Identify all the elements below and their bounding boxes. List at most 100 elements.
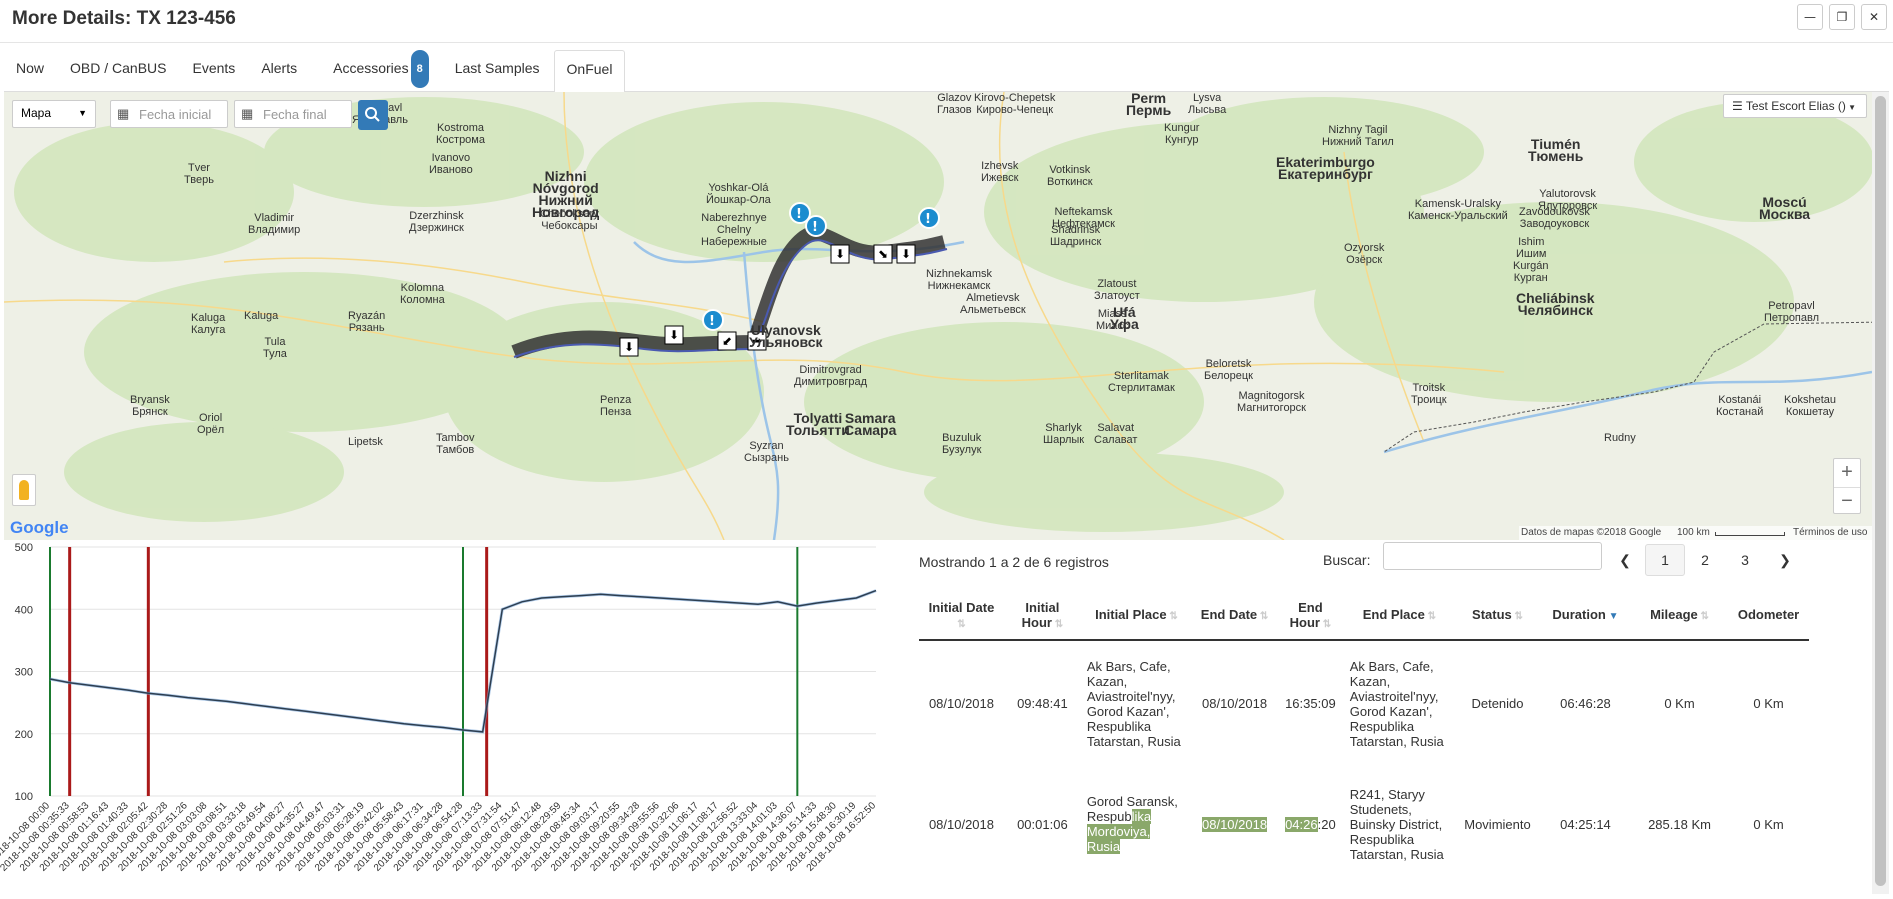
vertical-scrollbar[interactable]	[1872, 92, 1889, 894]
table-header-row: Initial Date ⇅ Initial Hour ⇅ Initial Pl…	[919, 590, 1809, 641]
close-button[interactable]: ✕	[1861, 4, 1887, 30]
date-start-field[interactable]: ▦ Fecha inicial	[110, 100, 228, 128]
col-end-date[interactable]: End Date ⇅	[1192, 590, 1278, 641]
map-city-label: Tambov Тамбов	[436, 432, 475, 456]
map-city-label: Beloretsk Белорецк	[1204, 358, 1253, 382]
col-end-place[interactable]: End Place ⇅	[1343, 590, 1456, 641]
map-city-label: Buzuluk Бузулук	[942, 432, 982, 456]
tab-now[interactable]: Now	[4, 50, 56, 92]
sort-icon: ⇅	[1511, 611, 1523, 622]
map-city-label: Naberezhnye Chelny Набережные	[701, 212, 767, 248]
google-logo: Google	[10, 518, 69, 537]
map-city-label: Glazov Глазов	[937, 92, 972, 116]
layer-toggle-button[interactable]: ☰ Test Escort Elias () ▼	[1723, 94, 1867, 118]
map-city-label: Cheliábinsk Челябинск	[1516, 290, 1595, 318]
col-label: Initial Place	[1095, 607, 1167, 622]
map-city-label: Petropavl Петропавл	[1764, 300, 1820, 324]
page-1-button[interactable]: 1	[1645, 544, 1685, 576]
calendar-icon: ▦	[241, 106, 254, 121]
cell-initial-hour: 00:01:06	[1017, 816, 1068, 832]
tab-onfuel[interactable]: OnFuel	[553, 50, 626, 93]
tab-last-samples[interactable]: Last Samples	[443, 50, 552, 92]
map-city-label: Nizhnekamsk Нижнекамск	[926, 268, 993, 292]
col-label: End Hour	[1289, 599, 1323, 630]
map-city-label: Kurgán Курган	[1513, 260, 1549, 284]
tab-label: Alerts	[261, 60, 298, 76]
zoom-out-button[interactable]: −	[1834, 487, 1860, 515]
end-hour-selected: 04:26	[1285, 816, 1318, 832]
street-view-pegman[interactable]	[12, 474, 36, 506]
date-start-placeholder: Fecha inicial	[139, 107, 212, 122]
map-city-label: Ozyorsk Озёрск	[1344, 242, 1385, 266]
map-city-label: Perm Пермь	[1126, 92, 1172, 118]
col-end-hour[interactable]: End Hour ⇅	[1277, 590, 1344, 641]
svg-text:⬇: ⬇	[835, 247, 845, 261]
page-2-button[interactable]: 2	[1685, 544, 1725, 576]
map-city-label: Almetievsk Альметьевск	[960, 292, 1026, 316]
col-initial-date[interactable]: Initial Date ⇅	[919, 590, 1004, 641]
tab-label: Now	[16, 60, 45, 76]
map-city-label: Rudny	[1604, 432, 1636, 444]
sort-icon: ⇅	[957, 618, 966, 630]
scrollbar-thumb[interactable]	[1875, 96, 1886, 886]
calendar-icon: ▦	[117, 106, 130, 121]
col-odometer[interactable]: Odometer	[1728, 590, 1809, 641]
col-initial-place[interactable]: Initial Place ⇅	[1080, 590, 1193, 641]
search-button[interactable]	[358, 100, 388, 130]
svg-text:!: !	[796, 207, 802, 222]
map-type-select[interactable]: Mapa ▼	[12, 100, 96, 128]
map-city-label: Miass Миасс	[1096, 308, 1129, 332]
map-city-label: Samara Самара	[844, 410, 897, 438]
cell-end-place: Ak Bars, Cafe, Kazan, Aviastroitel'nyy, …	[1349, 658, 1444, 749]
map-city-label: Dimitrovgrad Димитровград	[794, 364, 868, 388]
end-hour-text: :20	[1317, 816, 1336, 832]
tab-alerts[interactable]: Alerts	[249, 50, 309, 92]
fuel-chart: 500 400 300 200 100 2018-10-08 00:00 2018-10-0…	[0, 540, 885, 894]
date-end-placeholder: Fecha final	[263, 107, 327, 122]
map-city-label: Lysva Лысьва	[1188, 92, 1227, 116]
cell-end-place: R241, Staryy Studenets, Buinsky District…	[1349, 786, 1444, 862]
svg-text:!: !	[925, 212, 931, 227]
map-terms-link[interactable]: Términos de uso	[1793, 527, 1867, 538]
sort-icon: ⇅	[1424, 611, 1437, 622]
date-end-field[interactable]: ▦ Fecha final	[234, 100, 352, 128]
tab-obd-canbus[interactable]: OBD / CanBUS	[58, 50, 178, 92]
map-type-value: Mapa	[21, 106, 52, 120]
table-row[interactable]: 08/10/2018 00:01:06 Gorod Saransk, Respu…	[919, 766, 1809, 882]
table-row[interactable]: 08/10/2018 09:48:41 Ak Bars, Cafe, Kazan…	[919, 640, 1809, 766]
page-3-button[interactable]: 3	[1725, 544, 1765, 576]
map-scale: 100 km	[1677, 527, 1710, 538]
window-title: More Details: TX 123-456	[12, 8, 236, 29]
col-initial-hour[interactable]: Initial Hour ⇅	[1003, 590, 1081, 641]
minimize-button[interactable]: —	[1797, 4, 1823, 30]
map-city-label: Ulyanovsk Ульяновск	[749, 322, 823, 350]
restore-button[interactable]: ❐	[1829, 4, 1855, 30]
col-duration[interactable]: Duration ▼	[1539, 590, 1631, 641]
trips-table: Initial Date ⇅ Initial Hour ⇅ Initial Pl…	[919, 590, 1809, 882]
map-city-label: Ekaterimburgo Екатеринбург	[1276, 154, 1375, 182]
tab-label: Last Samples	[454, 60, 540, 76]
map-city-label: Bryansk Брянск	[130, 394, 170, 418]
scale-bar	[1715, 532, 1785, 536]
fuel-chart-svg: 5004003002001002018-10-08 00:002018-10-0…	[0, 542, 878, 874]
zoom-controls: + −	[1833, 458, 1861, 514]
col-status[interactable]: Status ⇅	[1455, 590, 1540, 641]
map-city-label: Kirovo-Chepetsk Кирово-Чепецк	[974, 92, 1056, 116]
cell-end-hour: 16:35:09	[1285, 696, 1336, 711]
y-tick-label: 400	[15, 604, 33, 616]
search-input[interactable]	[1383, 542, 1602, 570]
map-city-label: Ishim Ишим	[1516, 236, 1547, 260]
zoom-in-button[interactable]: +	[1834, 459, 1860, 487]
tab-accessories[interactable]: Accessories 8	[321, 50, 441, 92]
y-tick-label: 100	[15, 791, 33, 803]
map-city-label: Kamensk-Uralsky Каменск-Уральский	[1408, 198, 1508, 222]
route-map[interactable]: ⬇ ⬇ ⬋ ➡ ⬇ ⬊ ⬇ ! ! ! ! Perm Пермь Kirovo-C…	[4, 92, 1872, 540]
map-city-label: Cheboksary Чебоксары	[540, 208, 599, 232]
tab-events[interactable]: Events	[181, 50, 248, 92]
caret-down-icon: ▼	[78, 108, 87, 118]
map-city-label: Syzran Сызрань	[744, 440, 789, 464]
map-city-label: Izhevsk Ижевск	[981, 160, 1019, 184]
prev-page-button[interactable]: ❮	[1605, 544, 1645, 576]
next-page-button[interactable]: ❯	[1765, 544, 1805, 576]
col-mileage[interactable]: Mileage ⇅	[1630, 590, 1729, 641]
